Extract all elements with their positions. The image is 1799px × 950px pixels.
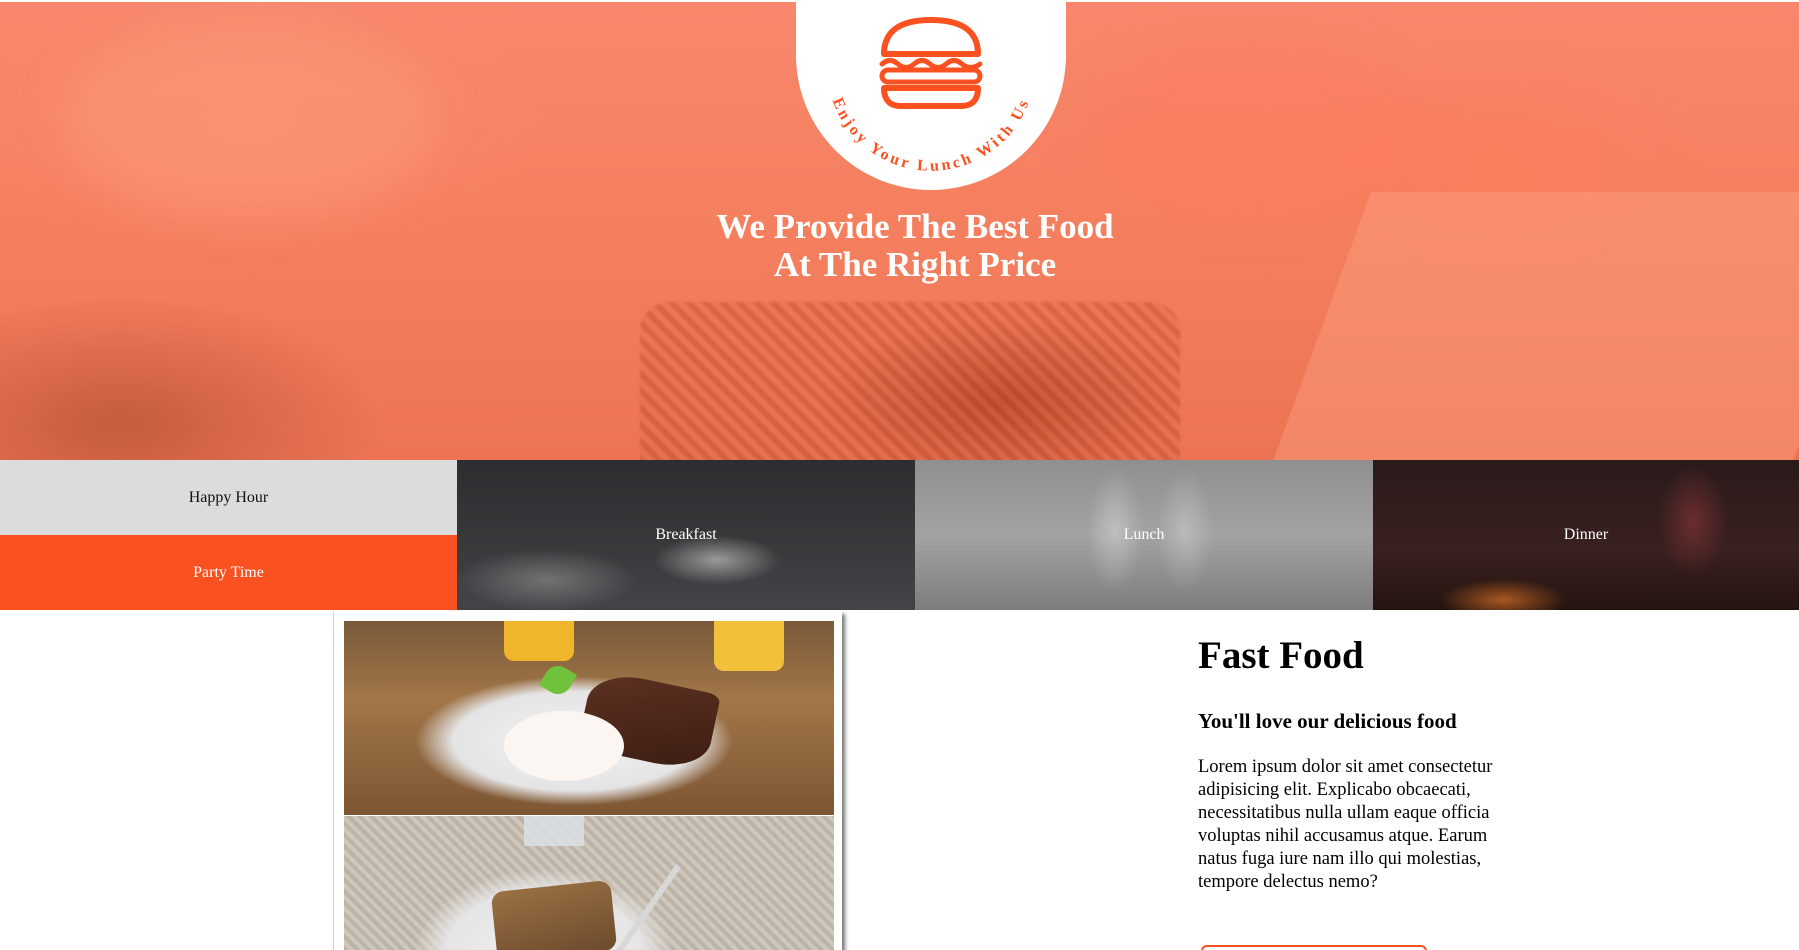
category-party-time-label: Party Time: [193, 563, 264, 581]
hero-title: We Provide The Best Food At The Right Pr…: [600, 208, 1230, 284]
whipped-cream-shape: [504, 711, 624, 781]
fork-shape: [612, 864, 682, 950]
category-lunch[interactable]: Lunch: [915, 460, 1373, 610]
hero-background-cake: [640, 302, 1180, 460]
hero-title-line2-bold: Right Price: [886, 245, 1057, 284]
feature-title: Fast Food: [1198, 634, 1364, 677]
feature-info: Fast Food You'll love our delicious food…: [1198, 634, 1528, 894]
hero-title-line1: We Provide The Best Food: [716, 207, 1114, 246]
logo-badge: Enjoy Your Lunch With Us: [796, 2, 1066, 190]
mint-leaf-shape: [538, 660, 578, 700]
hero-banner: Enjoy Your Lunch With Us We Provide The …: [0, 2, 1799, 460]
cake-slice-photo: [344, 816, 834, 950]
category-dinner[interactable]: Dinner: [1373, 460, 1799, 610]
feature-action-button[interactable]: [1201, 945, 1427, 950]
cake-slice-shape: [490, 879, 618, 950]
dessert-photo: [344, 621, 834, 815]
hero-title-line2-prefix: At The: [773, 245, 887, 284]
hero-background-blur: [60, 22, 440, 222]
juice-glass-shape: [504, 621, 574, 661]
category-happy-hour-label: Happy Hour: [188, 488, 269, 506]
glass-shape: [524, 816, 584, 846]
category-dinner-label: Dinner: [1563, 526, 1609, 543]
burger-logo-icon: Enjoy Your Lunch With Us: [829, 17, 1030, 175]
feature-subtitle: You'll love our delicious food: [1198, 709, 1457, 733]
juice-glass-shape: [714, 621, 784, 671]
category-happy-hour[interactable]: Happy Hour: [0, 460, 457, 535]
feature-body: Lorem ipsum dolor sit amet consectetur a…: [1198, 757, 1493, 892]
category-strip: Happy Hour Party Time Breakfast Lunch Di…: [0, 460, 1799, 610]
category-lunch-label: Lunch: [1123, 526, 1165, 543]
hero-background-plate: [1269, 192, 1799, 460]
category-party-time[interactable]: Party Time: [0, 535, 457, 610]
category-breakfast-label: Breakfast: [655, 526, 717, 543]
category-breakfast[interactable]: Breakfast: [457, 460, 915, 610]
food-photo-card: [333, 611, 842, 950]
